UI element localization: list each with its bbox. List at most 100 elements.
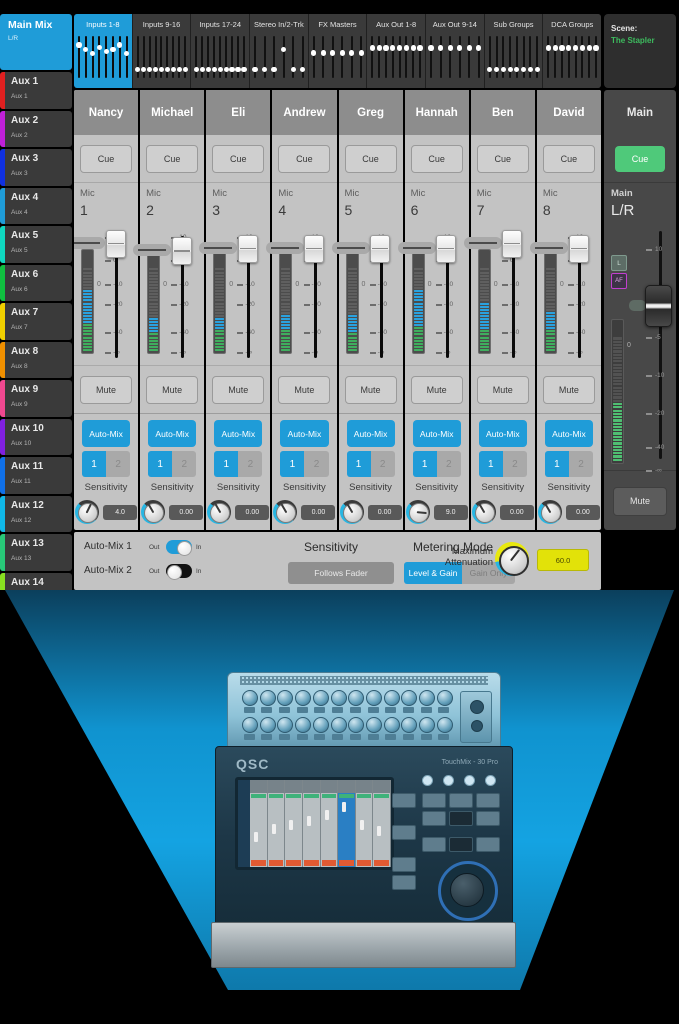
sidebar-item-aux-13[interactable]: Aux 13Aux 13: [0, 534, 72, 571]
tab-inputs-1-8[interactable]: Inputs 1-8: [74, 14, 133, 88]
tab-dca-groups[interactable]: DCA Groups: [543, 14, 601, 88]
fader-handle[interactable]: [502, 230, 522, 258]
channel-cue-button[interactable]: Cue: [80, 145, 132, 173]
channel-name[interactable]: Greg: [339, 90, 403, 135]
channel-mute-button[interactable]: Mute: [212, 376, 264, 404]
tab-inputs-9-16[interactable]: Inputs 9-16: [133, 14, 192, 88]
sidebar-item-main-mix[interactable]: Main Mix L/R: [0, 14, 72, 70]
channel-cue-button[interactable]: Cue: [345, 145, 397, 173]
automix-group-1[interactable]: 1: [545, 451, 569, 477]
sidebar-item-aux-10[interactable]: Aux 10Aux 10: [0, 419, 72, 456]
channel-sensitivity-knob[interactable]: [141, 500, 165, 524]
channel-sensitivity-value[interactable]: 0.00: [301, 505, 335, 520]
automix-1-toggle[interactable]: [166, 540, 192, 554]
sidebar-item-aux-1[interactable]: Aux 1Aux 1: [0, 72, 72, 109]
fader-handle[interactable]: [436, 235, 456, 263]
channel-mute-button[interactable]: Mute: [80, 376, 132, 404]
channel-mute-button[interactable]: Mute: [477, 376, 529, 404]
tab-stereo-in-2-trk[interactable]: Stereo In/2-Trk: [250, 14, 309, 88]
sidebar-item-aux-3[interactable]: Aux 3Aux 3: [0, 149, 72, 186]
channel-automix-button[interactable]: Auto-Mix: [479, 420, 527, 447]
channel-sensitivity-knob[interactable]: [406, 500, 430, 524]
channel-sensitivity-knob[interactable]: [538, 500, 562, 524]
channel-automix-button[interactable]: Auto-Mix: [148, 420, 196, 447]
scene-box[interactable]: Scene: The Stapler: [604, 14, 676, 88]
channel-automix-button[interactable]: Auto-Mix: [347, 420, 395, 447]
channel-cue-button[interactable]: Cue: [146, 145, 198, 173]
channel-name[interactable]: Nancy: [74, 90, 138, 135]
main-cue-button[interactable]: Cue: [615, 146, 665, 172]
main-afl-badge[interactable]: AF: [611, 273, 627, 289]
channel-mute-button[interactable]: Mute: [146, 376, 198, 404]
sidebar-item-aux-8[interactable]: Aux 8Aux 8: [0, 342, 72, 379]
sidebar-item-aux-6[interactable]: Aux 6Aux 6: [0, 265, 72, 302]
fader-handle[interactable]: [569, 235, 589, 263]
channel-mute-button[interactable]: Mute: [543, 376, 595, 404]
channel-automix-button[interactable]: Auto-Mix: [280, 420, 328, 447]
channel-name[interactable]: Hannah: [405, 90, 469, 135]
channel-automix-button[interactable]: Auto-Mix: [545, 420, 593, 447]
sidebar-item-aux-5[interactable]: Aux 5Aux 5: [0, 226, 72, 263]
sidebar-item-aux-12[interactable]: Aux 12Aux 12: [0, 496, 72, 533]
channel-sensitivity-knob[interactable]: [207, 500, 231, 524]
follows-fader-button[interactable]: Follows Fader: [288, 562, 394, 584]
channel-sensitivity-value[interactable]: 0.00: [235, 505, 269, 520]
channel-sensitivity-knob[interactable]: [472, 500, 496, 524]
automix-group-1[interactable]: 1: [280, 451, 304, 477]
automix-2-toggle[interactable]: [166, 564, 192, 578]
channel-sensitivity-value[interactable]: 9.0: [434, 505, 468, 520]
automix-group-2[interactable]: 2: [569, 451, 593, 477]
tab-aux-out-9-14[interactable]: Aux Out 9-14: [426, 14, 485, 88]
automix-group-1[interactable]: 1: [148, 451, 172, 477]
tab-fx-masters[interactable]: FX Masters: [309, 14, 368, 88]
channel-sensitivity-value[interactable]: 0.00: [566, 505, 600, 520]
main-mute-button[interactable]: Mute: [613, 487, 667, 516]
main-fader-handle[interactable]: [645, 285, 672, 327]
channel-cue-button[interactable]: Cue: [543, 145, 595, 173]
channel-name[interactable]: Michael: [140, 90, 204, 135]
fader-handle[interactable]: [106, 230, 126, 258]
channel-name[interactable]: Ben: [471, 90, 535, 135]
automix-group-2[interactable]: 2: [371, 451, 395, 477]
automix-group-1[interactable]: 1: [214, 451, 238, 477]
automix-group-1[interactable]: 1: [413, 451, 437, 477]
automix-group-1[interactable]: 1: [479, 451, 503, 477]
automix-group-2[interactable]: 2: [304, 451, 328, 477]
fader-handle[interactable]: [172, 237, 192, 265]
channel-automix-button[interactable]: Auto-Mix: [82, 420, 130, 447]
automix-group-1[interactable]: 1: [347, 451, 371, 477]
channel-sensitivity-value[interactable]: 0.00: [500, 505, 534, 520]
automix-group-2[interactable]: 2: [172, 451, 196, 477]
channel-sensitivity-knob[interactable]: [273, 500, 297, 524]
automix-group-2[interactable]: 2: [437, 451, 461, 477]
sidebar-item-aux-9[interactable]: Aux 9Aux 9: [0, 380, 72, 417]
channel-cue-button[interactable]: Cue: [278, 145, 330, 173]
tab-inputs-17-24[interactable]: Inputs 17-24: [191, 14, 250, 88]
channel-sensitivity-knob[interactable]: [75, 500, 99, 524]
automix-group-2[interactable]: 2: [238, 451, 262, 477]
channel-sensitivity-value[interactable]: 0.00: [368, 505, 402, 520]
main-fader-track[interactable]: [659, 231, 663, 459]
fader-handle[interactable]: [238, 235, 258, 263]
tab-aux-out-1-8[interactable]: Aux Out 1-8: [367, 14, 426, 88]
max-attenuation-knob[interactable]: [495, 542, 529, 576]
channel-sensitivity-knob[interactable]: [340, 500, 364, 524]
channel-name[interactable]: Andrew: [272, 90, 336, 135]
channel-sensitivity-value[interactable]: 0.00: [169, 505, 203, 520]
channel-cue-button[interactable]: Cue: [477, 145, 529, 173]
sidebar-item-aux-11[interactable]: Aux 11Aux 11: [0, 457, 72, 494]
fader-handle[interactable]: [304, 235, 324, 263]
sidebar-item-aux-2[interactable]: Aux 2Aux 2: [0, 111, 72, 148]
sidebar-item-aux-4[interactable]: Aux 4Aux 4: [0, 188, 72, 225]
channel-mute-button[interactable]: Mute: [278, 376, 330, 404]
main-channel-name[interactable]: Main: [604, 90, 676, 135]
sidebar-item-aux-7[interactable]: Aux 7Aux 7: [0, 303, 72, 340]
main-listen-badge[interactable]: L: [611, 255, 627, 271]
max-attenuation-value[interactable]: 60.0: [537, 549, 589, 571]
channel-name[interactable]: Eli: [206, 90, 270, 135]
channel-cue-button[interactable]: Cue: [212, 145, 264, 173]
channel-automix-button[interactable]: Auto-Mix: [413, 420, 461, 447]
automix-group-2[interactable]: 2: [106, 451, 130, 477]
channel-automix-button[interactable]: Auto-Mix: [214, 420, 262, 447]
channel-mute-button[interactable]: Mute: [345, 376, 397, 404]
